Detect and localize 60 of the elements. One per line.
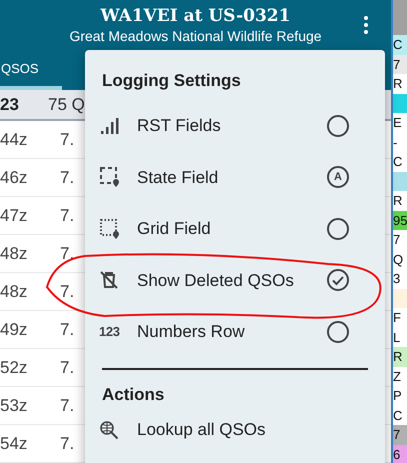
radio-button[interactable]	[327, 114, 349, 137]
log-row: C	[393, 406, 407, 425]
radio-button[interactable]	[327, 218, 349, 240]
log-row: -	[393, 132, 407, 152]
checked-radio-button[interactable]	[327, 269, 349, 292]
time-cell-text: 47z	[0, 204, 28, 227]
time-cell-text: 54z	[0, 432, 28, 455]
menu-item[interactable]: 123 Numbers Row	[85, 306, 385, 358]
time-cell-text: 44z	[0, 128, 28, 151]
log-row: C	[393, 152, 407, 172]
log-row: P	[393, 386, 407, 406]
frequency-cell-text: 7.	[60, 204, 74, 227]
frequency-cell-text: 7.	[60, 432, 74, 455]
log-row: 7	[393, 230, 407, 250]
log-row: 3	[393, 269, 407, 288]
menu-item[interactable]: Grid Field	[85, 203, 385, 254]
time-cell-text: 48z	[0, 280, 28, 303]
time-cell-text: 49z	[0, 318, 28, 341]
time-cell-text: 52z	[0, 356, 28, 379]
menu-item[interactable]: Lookup all QSOs	[85, 406, 385, 454]
auto-mode-indicator[interactable]: A	[327, 166, 349, 188]
frequency-cell-text: 7.	[60, 166, 74, 189]
log-row: Q	[393, 250, 407, 269]
log-row: 95	[393, 210, 407, 230]
crossed-trash-icon	[99, 270, 119, 290]
globe-search-icon	[99, 420, 119, 440]
radio-button[interactable]	[327, 320, 349, 343]
menu-item[interactable]: RST Fields	[85, 100, 385, 152]
log-row: R	[393, 347, 407, 366]
time-cell-text: 53z	[0, 394, 28, 417]
log-row: L	[393, 328, 407, 347]
log-row: 7	[393, 54, 407, 74]
log-row: 7	[393, 425, 407, 444]
dashed-frame-pin-icon	[99, 166, 121, 188]
log-row: R	[393, 191, 407, 210]
log-row: Z	[393, 366, 407, 386]
menu-heading: Logging Settings	[102, 70, 241, 92]
header-cell-text: 75 Q	[48, 94, 85, 116]
frequency-cell-text: 7.	[60, 356, 74, 379]
frequency-cell-text: 7.	[60, 318, 74, 341]
log-row: 6	[393, 444, 407, 463]
log-row: C	[393, 35, 407, 54]
time-cell-text: 46z	[0, 166, 28, 189]
frequency-cell-text: 7.	[60, 394, 74, 417]
log-row: R	[393, 74, 407, 94]
menu-heading: Actions	[102, 384, 164, 406]
time-cell-text: 48z	[0, 242, 28, 265]
app-title: WA1VEI at US-0321	[100, 5, 290, 28]
signal-bars-icon	[99, 116, 119, 136]
frequency-cell-text: 7.	[60, 128, 74, 151]
menu-item[interactable]: State Field A	[85, 152, 385, 203]
log-row: F	[393, 308, 407, 328]
dotted-frame-pin-icon	[99, 218, 121, 240]
header-cell-text: 23	[0, 94, 20, 116]
frequency-cell-text: 7.	[60, 280, 74, 303]
log-row: E	[393, 113, 407, 132]
menu-item[interactable]: Show Deleted QSOs	[85, 254, 385, 306]
frequency-cell-text: 7.	[60, 242, 74, 265]
numbers-icon: 123	[99, 322, 120, 342]
app-subtitle: Great Meadows National Wildlife Refuge	[69, 27, 322, 46]
